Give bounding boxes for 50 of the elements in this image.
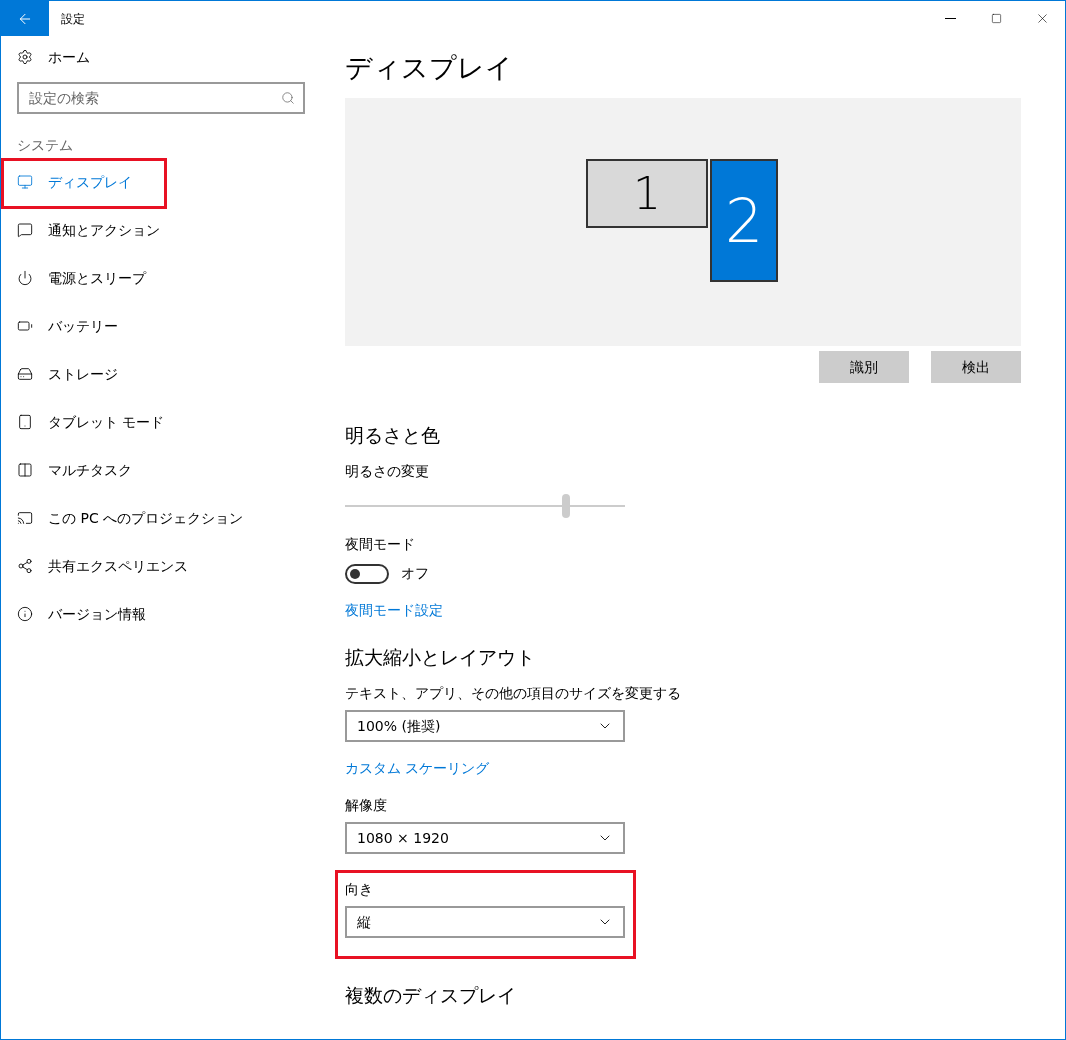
nav-item[interactable]: 電源とスリープ [1,258,321,298]
nav-item[interactable]: タブレット モード [1,402,321,442]
minimize-icon [944,18,956,19]
nav-item[interactable]: 共有エクスペリエンス [1,546,321,586]
search-field[interactable]: 設定の検索 [17,82,305,114]
nav-item[interactable]: バッテリー [1,306,321,346]
dropdown[interactable]: 1080 × 1920 [345,822,625,854]
section-heading: 複数のディスプレイ [345,983,517,1008]
toggle-label: 夜間モード [345,535,416,554]
nav-item[interactable]: ディスプレイ [1,162,321,202]
dropdown[interactable]: 100% (推奨) [345,710,625,742]
toggle-state: オフ [401,564,429,583]
search-icon [281,91,295,105]
home-link[interactable]: ホーム [48,46,90,68]
section-heading: 拡大縮小とレイアウト [345,645,536,670]
nav-item[interactable]: バージョン情報 [1,594,321,634]
monitor-tile[interactable]: 2 [710,159,778,282]
nav-item[interactable]: 通知とアクション [1,210,321,250]
power-icon [17,270,33,286]
section-header: システム [16,136,74,155]
info-icon [17,606,33,622]
monitor-tile[interactable]: 1 [586,159,708,228]
columns-icon [17,462,33,478]
back-button[interactable] [1,1,49,36]
link[interactable]: カスタム スケーリング [345,758,1022,779]
battery-icon [17,318,33,334]
maximize-icon [990,13,1002,24]
settings-icon [17,49,33,65]
nav-item[interactable]: この PC へのプロジェクション [1,498,321,538]
page-title: ディスプレイ [345,51,514,85]
window-title: 設定 [61,10,85,28]
toggle-switch[interactable] [345,563,389,584]
field-label: 解像度 [345,796,388,815]
nav-item[interactable]: ストレージ [1,354,321,394]
cast-icon [17,510,33,526]
speech-bubble-icon [17,222,33,238]
monitor-icon [17,174,33,190]
slider-thumb[interactable] [562,494,571,518]
share-icon [17,558,33,574]
drive-icon [17,366,33,382]
section-heading: 明るさと色 [345,423,441,448]
slider-label: 明るさの変更 [345,462,430,481]
dropdown[interactable]: 縦 [345,906,625,938]
nav-item[interactable]: マルチタスク [1,450,321,490]
action-button[interactable]: 検出 [931,351,1021,383]
tablet-icon [17,414,33,430]
field-label: テキスト、アプリ、その他の項目のサイズを変更する [345,684,682,703]
action-button[interactable]: 識別 [819,351,909,383]
link[interactable]: 夜間モード設定 [345,600,1022,621]
field-label: 向き [345,880,374,899]
